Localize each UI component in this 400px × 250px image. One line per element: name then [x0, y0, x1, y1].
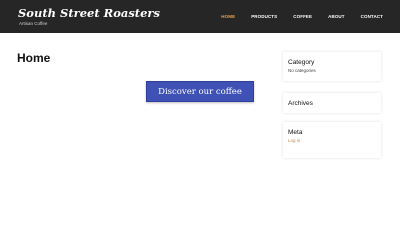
nav-item-products[interactable]: PRODUCTS	[251, 14, 277, 19]
nav-item-home[interactable]: HOME	[221, 14, 235, 19]
site-header: South Street Roasters Artisan Coffee HOM…	[0, 0, 400, 33]
main-nav: HOME PRODUCTS COFFEE ABOUT CONTACT	[205, 14, 383, 19]
site-logo[interactable]: South Street Roasters	[18, 6, 160, 20]
category-widget-text: No categories	[288, 68, 316, 73]
category-widget: Category No categories	[283, 52, 381, 81]
archives-widget: Archives	[283, 93, 381, 113]
nav-item-contact[interactable]: CONTACT	[361, 14, 383, 19]
meta-widget: Meta Log in	[283, 122, 381, 158]
login-link[interactable]: Log in	[288, 138, 376, 143]
nav-item-coffee[interactable]: COFFEE	[293, 14, 312, 19]
page-title: Home	[17, 51, 51, 65]
archives-widget-title: Archives	[288, 100, 313, 107]
nav-item-about[interactable]: ABOUT	[328, 14, 345, 19]
meta-widget-title: Meta	[288, 129, 303, 136]
discover-coffee-button[interactable]: Discover our coffee	[146, 81, 254, 102]
category-widget-title: Category	[288, 59, 315, 66]
site-tagline: Artisan Coffee	[19, 21, 48, 26]
